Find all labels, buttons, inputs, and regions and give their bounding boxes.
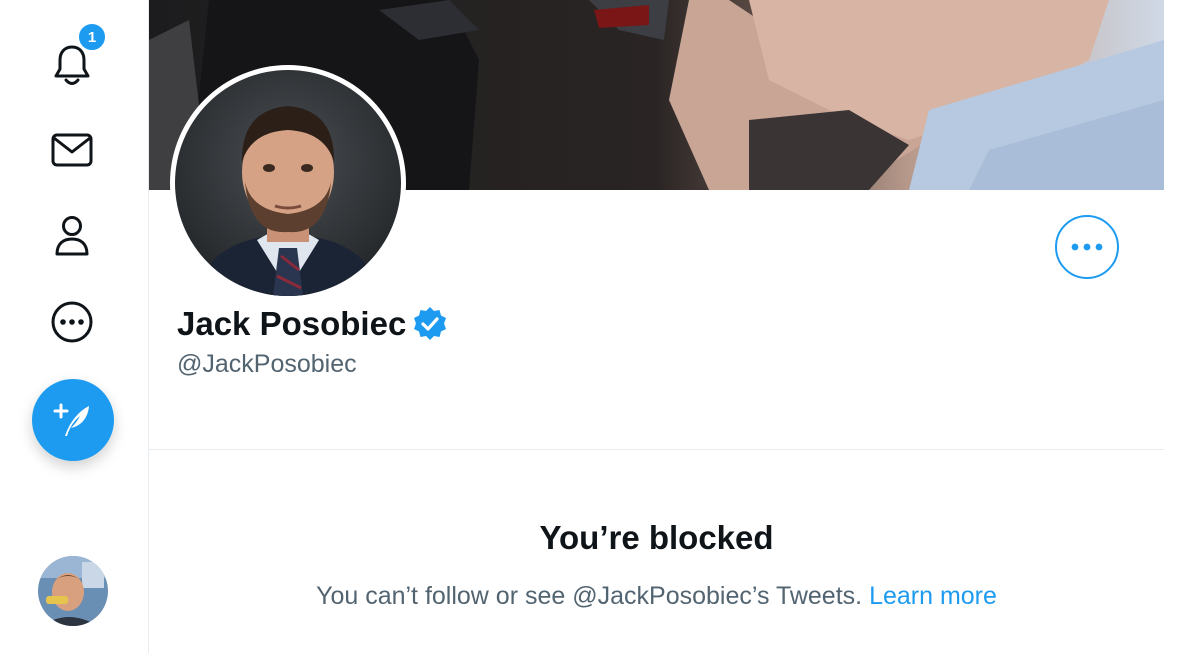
more-menu-button[interactable] (32, 282, 112, 362)
more-horizontal-icon (1071, 243, 1103, 251)
profile-photo-image (175, 70, 401, 296)
blocked-message: You can’t follow or see @JackPosobiec’s … (149, 582, 1164, 611)
page-background (1164, 0, 1200, 653)
blocked-title: You’re blocked (539, 519, 774, 556)
messages-button[interactable] (32, 110, 112, 190)
avatar (38, 556, 108, 626)
profile-photo[interactable] (170, 65, 406, 301)
more-circle-icon (51, 301, 93, 343)
profile-handle: @JackPosobiec (177, 350, 357, 378)
side-navigation: 1 (0, 0, 148, 653)
learn-more-link[interactable]: Learn more (869, 582, 997, 610)
blocked-message-text: You can’t follow or see @JackPosobiec’s … (316, 582, 870, 610)
account-avatar[interactable] (38, 556, 108, 626)
divider (149, 449, 1164, 450)
person-icon (55, 216, 89, 256)
profile-name: Jack Posobiec (177, 305, 407, 342)
verified-badge-icon (414, 307, 447, 340)
compose-icon (53, 403, 89, 436)
profile-button[interactable] (32, 196, 112, 276)
notification-badge: 1 (77, 22, 107, 52)
profile-column: Jack Posobiec @JackPosobiec You’re block… (148, 0, 1166, 653)
compose-tweet-button[interactable] (32, 379, 114, 461)
notifications-button[interactable]: 1 (32, 22, 112, 105)
mail-icon (51, 133, 93, 167)
profile-name-row: Jack Posobiec (177, 305, 448, 343)
profile-more-button[interactable] (1055, 215, 1119, 279)
